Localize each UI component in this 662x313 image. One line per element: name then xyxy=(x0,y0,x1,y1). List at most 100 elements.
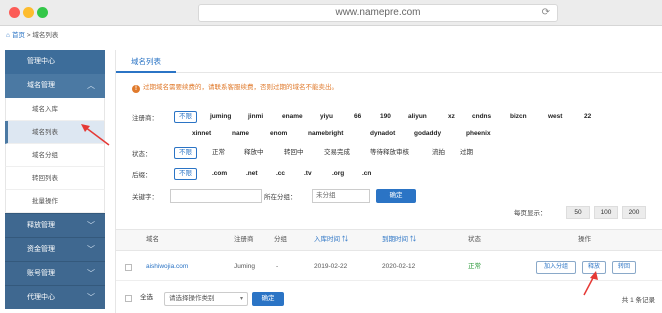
registrar-option[interactable]: namebright xyxy=(304,128,347,140)
domain-link[interactable]: aishiwojia.com xyxy=(146,255,188,279)
sidebar-item-domain-list[interactable]: 域名列表 xyxy=(5,121,105,144)
page-size-label: 每页显示： xyxy=(514,210,547,217)
status-option[interactable]: 交易完成 xyxy=(320,147,354,159)
registrar-option[interactable]: 不限 xyxy=(174,111,197,123)
warning-icon: ! xyxy=(132,85,140,93)
registrar-option[interactable]: 190 xyxy=(376,111,395,123)
select-all-checkbox[interactable] xyxy=(125,295,132,302)
reload-icon[interactable]: ⟳ xyxy=(542,5,550,21)
transfer-back-button[interactable]: 转回 xyxy=(612,261,636,274)
registrar-option[interactable]: west xyxy=(544,111,566,123)
registrar-option[interactable]: godaddy xyxy=(410,128,445,140)
page-size-option[interactable]: 100 xyxy=(594,206,618,219)
sidebar-item-admin-center[interactable]: 管理中心 xyxy=(5,50,105,74)
chevron-down-icon: ▾ xyxy=(239,296,243,302)
status-filter-label: 状态： xyxy=(132,151,152,158)
registrar-option[interactable]: aliyun xyxy=(404,111,431,123)
status-option[interactable]: 转回中 xyxy=(280,147,308,159)
release-button[interactable]: 释放 xyxy=(582,261,606,274)
bulk-action-placeholder: 请选择操作类别 xyxy=(169,295,215,302)
registrar-option[interactable]: juming xyxy=(206,111,235,123)
address-bar-url: www.namepre.com xyxy=(335,7,421,18)
page-size-option[interactable]: 200 xyxy=(622,206,646,219)
keyword-input[interactable] xyxy=(170,189,262,203)
chevron-down-icon: ﹀ xyxy=(87,293,95,302)
chevron-down-icon: ﹀ xyxy=(87,269,95,278)
row-checkbox[interactable] xyxy=(125,264,132,271)
close-window-button[interactable] xyxy=(9,7,20,18)
column-header-added[interactable]: 入库时间 ⇅ xyxy=(314,230,348,250)
status-option[interactable]: 等待释放审核 xyxy=(366,147,413,159)
table-header: 域名 注册商 分组 入库时间 ⇅ 到期时间 ⇅ 状态 操作 xyxy=(116,229,662,251)
registrar-option[interactable]: bizcn xyxy=(506,111,531,123)
add-to-group-button[interactable]: 加入分组 xyxy=(536,261,576,274)
sidebar-group-label: 释放管理 xyxy=(27,222,55,229)
filter-confirm-button[interactable]: 确定 xyxy=(376,189,416,203)
registrar-option[interactable]: jinmi xyxy=(244,111,267,123)
suffix-option[interactable]: 不限 xyxy=(174,168,197,180)
suffix-option[interactable]: .cn xyxy=(358,168,375,180)
suffix-option[interactable]: .tv xyxy=(300,168,316,180)
sidebar-item-domain-groups[interactable]: 域名分组 xyxy=(5,144,105,167)
maximize-window-button[interactable] xyxy=(37,7,48,18)
sidebar-item-batch-ops[interactable]: 批量操作 xyxy=(5,190,105,213)
status-filter: 状态： 不限 正常 释放中 转回中 交易完成 等待释放审核 流拍 过期 xyxy=(132,147,652,161)
sidebar-group-agent[interactable]: 代理中心 ﹀ xyxy=(5,285,105,309)
breadcrumb: ⌂ 首页 > 域名列表 xyxy=(6,30,58,42)
page-size-option[interactable]: 50 xyxy=(566,206,590,219)
suffix-filter-label: 后缀： xyxy=(132,172,152,179)
table-row: aishiwojia.com Juming - 2019-02-22 2020-… xyxy=(116,255,662,281)
status-option[interactable]: 不限 xyxy=(174,147,197,159)
breadcrumb-home[interactable]: 首页 xyxy=(12,32,25,39)
sidebar-item-transfer-list[interactable]: 转回列表 xyxy=(5,167,105,190)
chevron-down-icon: ﹀ xyxy=(87,245,95,254)
home-icon: ⌂ xyxy=(6,32,10,39)
chevron-down-icon: ﹀ xyxy=(87,221,95,230)
registrar-option[interactable]: xinnet xyxy=(188,128,215,140)
address-bar[interactable]: www.namepre.com ⟳ xyxy=(198,4,558,22)
added-date-cell: 2019-02-22 xyxy=(314,263,348,270)
sidebar-group-funds[interactable]: 资金管理 ﹀ xyxy=(5,237,105,261)
registrar-option[interactable]: name xyxy=(228,128,253,140)
sidebar-group-account[interactable]: 账号管理 ﹀ xyxy=(5,261,105,285)
registrar-option[interactable]: cndns xyxy=(468,111,495,123)
registrar-option[interactable]: pheenix xyxy=(462,128,495,140)
registrar-filter: 注册商： 不限 juming jinmi ename yiyu 66 190 a… xyxy=(132,111,652,141)
bulk-confirm-button[interactable]: 确定 xyxy=(252,292,284,306)
registrar-option[interactable]: dynadot xyxy=(366,128,399,140)
status-option[interactable]: 流拍 xyxy=(428,147,449,159)
sidebar-group-label: 资金管理 xyxy=(27,246,55,253)
status-cell: 正常 xyxy=(468,263,481,270)
browser-toolbar: www.namepre.com ⟳ xyxy=(0,0,662,26)
registrar-option[interactable]: xz xyxy=(444,111,459,123)
column-header-group: 分组 xyxy=(274,236,287,243)
registrar-option[interactable]: enom xyxy=(266,128,291,140)
chevron-up-icon: ︿ xyxy=(87,81,95,90)
registrar-option[interactable]: 66 xyxy=(350,111,365,123)
minimize-window-button[interactable] xyxy=(23,7,34,18)
status-option[interactable]: 正常 xyxy=(208,147,229,159)
tab-bar: 域名列表 xyxy=(116,50,662,73)
tab-domain-list[interactable]: 域名列表 xyxy=(116,50,176,73)
registrar-option[interactable]: yiyu xyxy=(316,111,337,123)
status-option[interactable]: 释放中 xyxy=(240,147,268,159)
bulk-action-select[interactable]: 请选择操作类别 ▾ xyxy=(164,292,248,306)
registrar-filter-label: 注册商： xyxy=(132,115,158,122)
sidebar-group-domain-management[interactable]: 域名管理 ︿ xyxy=(5,74,105,98)
suffix-option[interactable]: .com xyxy=(208,168,231,180)
group-cell: - xyxy=(276,263,279,270)
suffix-option[interactable]: .cc xyxy=(272,168,289,180)
column-header-expires[interactable]: 到期时间 ⇅ xyxy=(382,230,416,250)
suffix-option[interactable]: .org xyxy=(328,168,348,180)
registrar-option[interactable]: ename xyxy=(278,111,307,123)
sidebar-group-release[interactable]: 释放管理 ﹀ xyxy=(5,213,105,237)
status-option[interactable]: 过期 xyxy=(456,147,477,159)
breadcrumb-separator: > xyxy=(26,32,31,39)
keyword-row: 关键字： 所在分组： 未分组 确定 xyxy=(132,189,652,205)
group-select[interactable]: 未分组 xyxy=(312,189,370,203)
column-header-registrar: 注册商 xyxy=(234,236,254,243)
record-count: 共 1 条记录 xyxy=(621,297,655,304)
suffix-option[interactable]: .net xyxy=(242,168,262,180)
sidebar-item-domain-import[interactable]: 域名入库 xyxy=(5,98,105,121)
registrar-option[interactable]: 22 xyxy=(580,111,595,123)
